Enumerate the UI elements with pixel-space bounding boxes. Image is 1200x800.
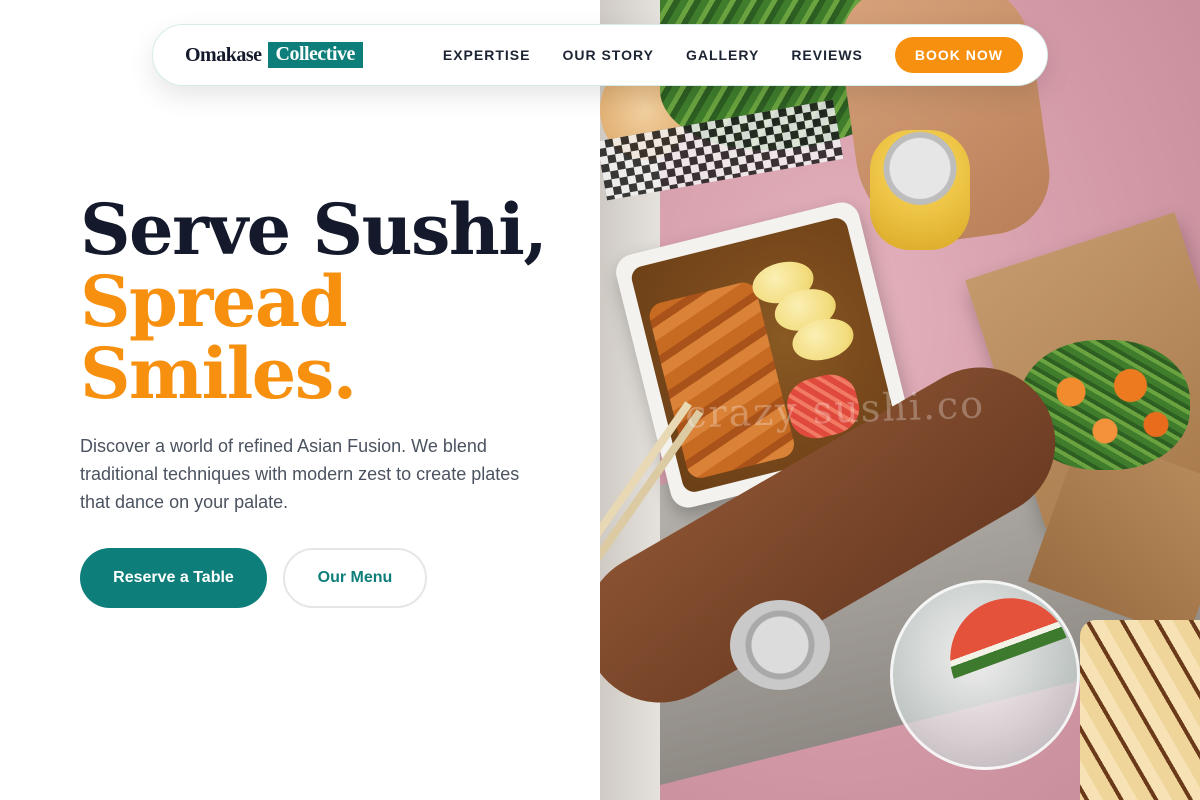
photo-dessert <box>1080 620 1200 800</box>
hero-description: Discover a world of refined Asian Fusion… <box>80 436 520 512</box>
headline-line-3: Smiles. <box>80 332 357 415</box>
headline-line-2: Spread <box>80 260 348 343</box>
brand-name-part2: Collective <box>267 42 363 68</box>
hero-headline: Serve Sushi, Spread Smiles. <box>80 194 580 410</box>
brand-name-part1: Omakase <box>185 43 262 66</box>
brand-logo[interactable]: Omakase Collective <box>185 42 363 68</box>
reserve-table-button[interactable]: Reserve a Table <box>80 548 267 608</box>
our-menu-button[interactable]: Our Menu <box>283 548 427 608</box>
nav-link-our-story[interactable]: OUR STORY <box>562 47 653 63</box>
nav-link-reviews[interactable]: REVIEWS <box>791 47 863 63</box>
hero-food-photo: crazy sushi.co <box>600 0 1200 800</box>
nav-links: EXPERTISE OUR STORY GALLERY REVIEWS <box>443 47 863 63</box>
book-now-button[interactable]: BOOK NOW <box>894 37 1023 73</box>
photo-drink-can <box>870 130 970 250</box>
top-navigation: Omakase Collective EXPERTISE OUR STORY G… <box>152 24 1048 86</box>
nav-link-expertise[interactable]: EXPERTISE <box>443 47 531 63</box>
nav-link-gallery[interactable]: GALLERY <box>686 47 759 63</box>
photo-second-can <box>730 600 830 690</box>
headline-line-1: Serve Sushi, <box>80 188 548 271</box>
